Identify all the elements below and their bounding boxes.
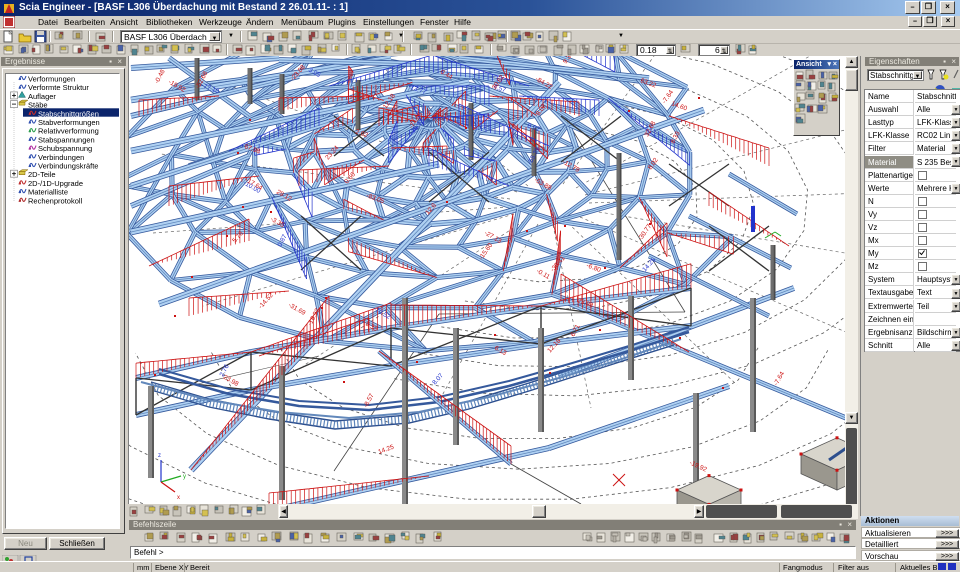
svg-text:-0.11: -0.11 [535, 268, 551, 281]
svg-text:-14.52: -14.52 [257, 292, 275, 311]
svg-text:Materialliste: Materialliste [28, 188, 68, 197]
svg-text:2D-/1D-Upgrade: 2D-/1D-Upgrade [28, 179, 83, 188]
svg-text:-0.48: -0.48 [154, 68, 167, 85]
svg-text:Stäbe: Stäbe [28, 101, 48, 110]
svg-text:8.07: 8.07 [431, 372, 445, 386]
svg-text:Stabschnittgrößen: Stabschnittgrößen [38, 109, 99, 118]
svg-text:Verformte Struktur: Verformte Struktur [28, 83, 89, 92]
svg-text:x: x [177, 495, 180, 501]
svg-text:Verformungen: Verformungen [28, 75, 75, 84]
svg-text:-31.69: -31.69 [287, 302, 307, 317]
svg-text:z: z [158, 453, 161, 459]
svg-text:Relativverformung: Relativverformung [38, 127, 99, 136]
svg-text:Stabspannungen: Stabspannungen [38, 135, 95, 144]
svg-text:Rechenprotokoll: Rechenprotokoll [28, 196, 83, 205]
svg-text:y: y [183, 474, 186, 480]
svg-text:63.22: 63.22 [639, 77, 657, 89]
svg-text:Verbindungen: Verbindungen [38, 153, 84, 162]
svg-text:Auflager: Auflager [28, 92, 56, 101]
svg-text:Schubspannung: Schubspannung [38, 144, 92, 153]
svg-text:14.25: 14.25 [377, 444, 395, 456]
svg-text:2D-Teile: 2D-Teile [28, 170, 56, 179]
svg-text:Stabverformungen: Stabverformungen [38, 118, 100, 127]
svg-text:-30.77: -30.77 [637, 223, 654, 242]
svg-text:-8.57: -8.57 [363, 392, 376, 409]
svg-text:Verbindungskräfte: Verbindungskräfte [38, 162, 98, 171]
svg-text:-7.64: -7.64 [773, 370, 787, 387]
